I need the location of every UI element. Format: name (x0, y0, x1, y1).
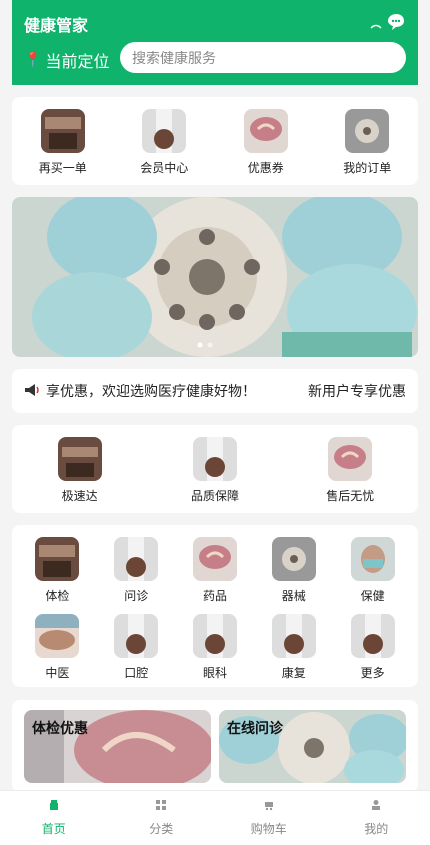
category-healthcare[interactable]: 保健 (333, 537, 412, 604)
quick-action-coupon[interactable]: 优惠券 (226, 109, 306, 176)
tab-profile[interactable]: 我的 (323, 791, 430, 845)
category-label: 药品 (203, 587, 227, 604)
categories-card: 体检 问诊 药品 器械 保健 中医 口腔 眼科 (12, 525, 418, 687)
physical-exam-image (35, 537, 79, 581)
member-center-image (142, 109, 186, 153)
header-icons (370, 12, 406, 36)
category-more[interactable]: 更多 (333, 614, 412, 681)
tab-category[interactable]: 分类 (108, 791, 216, 845)
quick-actions-card: 再买一单 会员中心 优惠券 我的订单 (12, 97, 418, 185)
category-label: 体检 (45, 587, 69, 604)
healthcare-image (351, 537, 395, 581)
promo-card-physical-exam[interactable]: 体检优惠 (24, 710, 211, 783)
more-image (351, 614, 395, 658)
medicine-image (193, 537, 237, 581)
guarantees-card: 极速达 品质保障 售后无忧 (12, 425, 418, 513)
rehab-image (272, 614, 316, 658)
tab-label: 分类 (149, 820, 173, 837)
guarantee-label: 售后无忧 (326, 487, 374, 504)
category-label: 器械 (282, 587, 306, 604)
consultation-image (114, 537, 158, 581)
header: 健康管家 📍 当前定位 搜索健康服务 (12, 0, 418, 85)
quick-action-member-center[interactable]: 会员中心 (124, 109, 204, 176)
fast-delivery-image (58, 437, 102, 481)
coupon-image (244, 109, 288, 153)
category-ophthalmology[interactable]: 眼科 (176, 614, 255, 681)
quick-action-my-orders[interactable]: 我的订单 (327, 109, 407, 176)
banner-carousel[interactable] (12, 197, 418, 357)
banner-image (12, 197, 418, 357)
new-user-offer[interactable]: 新用户专享优惠 (308, 381, 406, 401)
category-label: 更多 (361, 664, 385, 681)
bottom-tab-bar: 首页 分类 购物车 我的 (0, 790, 430, 845)
location-selector[interactable]: 📍 当前定位 (24, 48, 109, 72)
ophthalmology-image (193, 614, 237, 658)
promo-section: 体检优惠 在线问诊 (12, 700, 418, 792)
category-label: 眼科 (203, 664, 227, 681)
category-label: 康复 (282, 664, 306, 681)
tab-cart[interactable]: 购物车 (215, 791, 323, 845)
profile-icon (370, 799, 382, 814)
quick-action-label: 优惠券 (248, 159, 284, 176)
guarantee-label: 极速达 (62, 487, 98, 504)
after-sales-image (328, 437, 372, 481)
quick-action-label: 会员中心 (140, 159, 188, 176)
category-label: 保健 (361, 587, 385, 604)
category-devices[interactable]: 器械 (254, 537, 333, 604)
app-title: 健康管家 (24, 12, 88, 36)
category-label: 问诊 (124, 587, 148, 604)
promo-title: 体检优惠 (32, 718, 88, 738)
reorder-image (41, 109, 85, 153)
category-medicine[interactable]: 药品 (176, 537, 255, 604)
tcm-image (35, 614, 79, 658)
category-consultation[interactable]: 问诊 (97, 537, 176, 604)
cart-icon (263, 799, 275, 814)
my-orders-image (345, 109, 389, 153)
guarantee-after-sales[interactable]: 售后无忧 (310, 437, 390, 504)
notice-bar[interactable]: 享优惠，欢迎选购医疗健康好物！ 新用户专享优惠 (12, 369, 418, 413)
signal-icon (370, 15, 382, 34)
category-physical-exam[interactable]: 体检 (18, 537, 97, 604)
quick-action-reorder[interactable]: 再买一单 (23, 109, 103, 176)
tab-label: 购物车 (251, 820, 287, 837)
category-label: 口腔 (124, 664, 148, 681)
category-label: 中医 (45, 664, 69, 681)
tab-label: 我的 (364, 820, 388, 837)
promo-title: 在线问诊 (227, 718, 283, 738)
guarantee-quality[interactable]: 品质保障 (175, 437, 255, 504)
location-label: 当前定位 (45, 48, 109, 72)
category-icon (155, 799, 167, 814)
search-input[interactable]: 搜索健康服务 (120, 42, 406, 73)
tab-home[interactable]: 首页 (0, 791, 108, 845)
category-tcm[interactable]: 中医 (18, 614, 97, 681)
guarantee-label: 品质保障 (191, 487, 239, 504)
quality-assurance-image (193, 437, 237, 481)
location-pin-icon: 📍 (24, 52, 41, 68)
tab-label: 首页 (42, 820, 66, 837)
notice-text: 享优惠，欢迎选购医疗健康好物！ (46, 381, 308, 401)
category-dental[interactable]: 口腔 (97, 614, 176, 681)
quick-action-label: 我的订单 (343, 159, 391, 176)
promo-card-online-consult[interactable]: 在线问诊 (219, 710, 406, 783)
devices-image (272, 537, 316, 581)
chat-bubble-icon[interactable] (386, 12, 406, 36)
dental-image (114, 614, 158, 658)
category-rehab[interactable]: 康复 (254, 614, 333, 681)
guarantee-fast-delivery[interactable]: 极速达 (40, 437, 120, 504)
quick-action-label: 再买一单 (39, 159, 87, 176)
megaphone-icon (24, 382, 40, 401)
home-icon (48, 799, 60, 814)
